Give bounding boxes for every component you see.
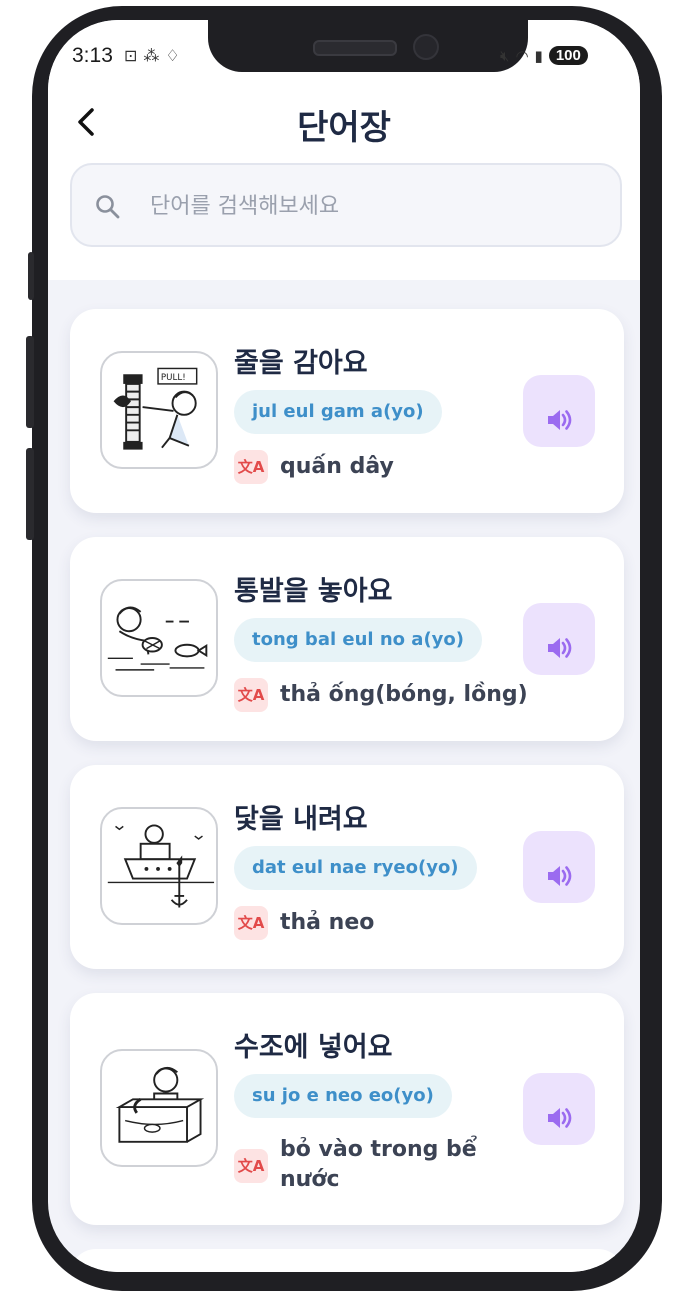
- word-card-partial[interactable]: [70, 1249, 624, 1272]
- status-left-icons: ⊡ ⁂ ♢: [124, 46, 180, 65]
- speaker-icon: [548, 638, 572, 658]
- app-icon: ⁂: [143, 46, 160, 65]
- speaker-button[interactable]: [523, 375, 595, 447]
- word-romanization: tong bal eul no a(yo): [234, 618, 483, 662]
- speaker-button[interactable]: [523, 1073, 595, 1145]
- word-card[interactable]: 통발을 놓아요 tong bal eul no a(yo) 文A thả ống…: [70, 537, 624, 741]
- word-romanization: jul eul gam a(yo): [234, 390, 442, 434]
- status-time: 3:13: [72, 44, 113, 67]
- search-box[interactable]: [70, 163, 622, 247]
- speaker-button[interactable]: [523, 603, 595, 675]
- header: 단어장: [48, 90, 640, 280]
- status-bar: 3:13 ⊡ ⁂ ♢ 🔇︎ ◠ ▮ 100: [48, 20, 640, 90]
- phone-side-button: [28, 252, 34, 300]
- word-korean: 수조에 넣어요: [234, 1032, 393, 1063]
- phone-volume-down-button: [26, 448, 34, 540]
- word-romanization: dat eul nae ryeo(yo): [234, 846, 477, 890]
- svg-text:PULL!: PULL!: [161, 373, 186, 383]
- word-card[interactable]: 닻을 내려요 dat eul nae ryeo(yo) 文A thả neo: [70, 765, 624, 969]
- screenshot-icon: ⊡: [124, 46, 138, 65]
- word-meaning: thả neo: [280, 910, 375, 935]
- speaker-icon: [548, 410, 572, 430]
- signal-icon: ▮: [534, 46, 543, 65]
- phone-volume-up-button: [26, 336, 34, 428]
- mute-icon: 🔇︎: [500, 46, 510, 65]
- word-card[interactable]: PULL! 줄을 감아요 jul eul gam a(yo) 文A quấn d…: [70, 309, 624, 513]
- pull-rope-illustration: PULL!: [100, 351, 218, 469]
- cleaner-icon: ♢: [165, 46, 180, 65]
- translate-icon: 文A: [234, 906, 268, 940]
- battery-indicator: 100: [548, 46, 588, 65]
- wifi-icon: ◠: [515, 46, 529, 65]
- app-screen: 3:13 ⊡ ⁂ ♢ 🔇︎ ◠ ▮ 100 단어장 단어를 검색해보세요 PUL…: [48, 20, 640, 1272]
- word-korean: 줄을 감아요: [234, 348, 368, 379]
- speaker-button[interactable]: [523, 831, 595, 903]
- search-input[interactable]: [148, 185, 592, 227]
- word-meaning: thả ống(bóng, lồng): [280, 682, 528, 707]
- translate-icon: 文A: [234, 678, 268, 712]
- camera-notch: [208, 20, 528, 72]
- fish-tank-illustration: [100, 1049, 218, 1167]
- page-title: 단어장: [297, 108, 391, 148]
- word-romanization: su jo e neo eo(yo): [234, 1074, 452, 1118]
- earpiece: [313, 40, 397, 56]
- front-camera: [413, 34, 439, 60]
- translate-icon: 文A: [234, 1149, 268, 1183]
- search-icon: [96, 195, 120, 219]
- word-meaning: quấn dây: [280, 454, 394, 479]
- word-korean: 통발을 놓아요: [234, 576, 393, 607]
- speaker-icon: [548, 866, 572, 886]
- word-meaning: bỏ vào trong bể nước: [280, 1137, 477, 1192]
- word-korean: 닻을 내려요: [234, 804, 368, 835]
- word-card[interactable]: 수조에 넣어요 su jo e neo eo(yo) 文A bỏ vào tro…: [70, 993, 624, 1225]
- anchor-boat-illustration: [100, 807, 218, 925]
- status-right-icons: 🔇︎ ◠ ▮ 100: [500, 46, 588, 65]
- speaker-icon: [548, 1108, 572, 1128]
- translate-icon: 文A: [234, 450, 268, 484]
- fish-trap-illustration: [100, 579, 218, 697]
